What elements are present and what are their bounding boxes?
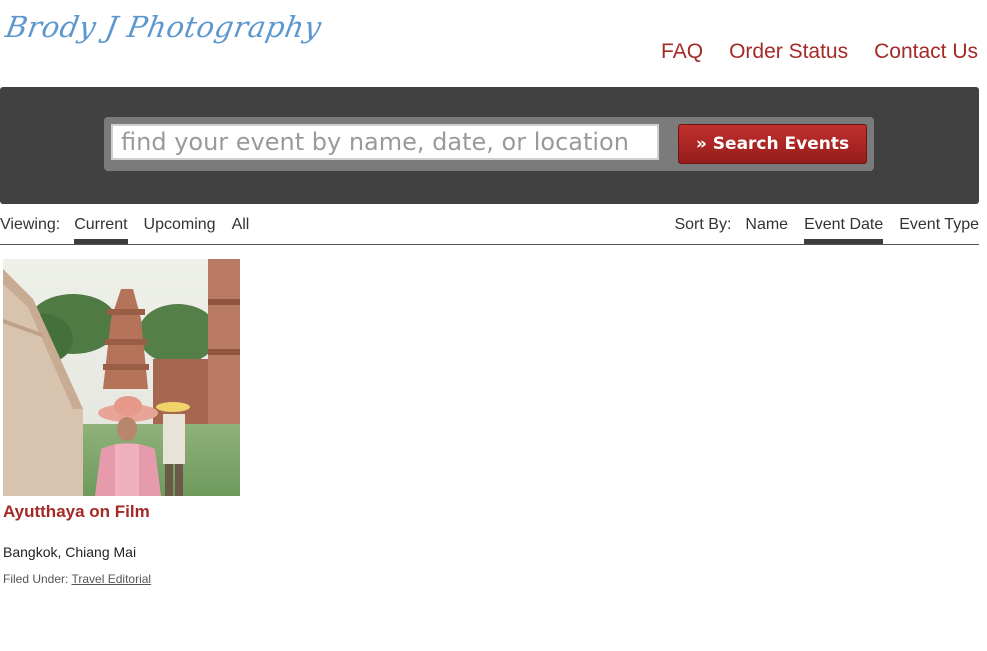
sort-name[interactable]: Name <box>745 216 788 244</box>
search-input[interactable] <box>111 124 659 160</box>
nav-order-status-link[interactable]: Order Status <box>729 40 848 64</box>
search-box: » Search Events <box>104 117 874 171</box>
event-card: Ayutthaya on Film Bangkok, Chiang Mai Fi… <box>3 259 240 586</box>
sort-event-date[interactable]: Event Date <box>804 216 884 244</box>
event-category: Filed Under: Travel Editorial <box>3 572 240 586</box>
page: Brody J Photography FAQ Order Status Con… <box>0 0 987 651</box>
filter-bar: Viewing: Current Upcoming All Sort By: N… <box>0 208 979 245</box>
event-location: Bangkok, Chiang Mai <box>3 544 137 560</box>
nav-faq-link[interactable]: FAQ <box>661 40 703 64</box>
sort-event-type[interactable]: Event Type <box>899 216 979 244</box>
filter-current[interactable]: Current <box>74 216 128 244</box>
viewing-filter: Viewing: Current Upcoming All <box>0 216 265 244</box>
site-logo[interactable]: Brody J Photography <box>3 10 324 44</box>
viewing-label: Viewing: <box>0 216 61 233</box>
search-events-button[interactable]: » Search Events <box>678 124 867 164</box>
nav-contact-us-link[interactable]: Contact Us <box>874 40 978 64</box>
filed-under-label: Filed Under: <box>3 572 69 586</box>
sort-label: Sort By: <box>674 216 732 233</box>
event-thumbnail[interactable] <box>3 259 240 496</box>
filter-upcoming[interactable]: Upcoming <box>144 216 216 244</box>
search-banner: » Search Events <box>0 87 979 204</box>
event-title-link[interactable]: Ayutthaya on Film <box>3 502 240 522</box>
filter-all[interactable]: All <box>232 216 250 244</box>
category-link[interactable]: Travel Editorial <box>72 572 152 586</box>
top-nav: FAQ Order Status Contact Us <box>661 40 978 64</box>
sort-filter: Sort By: Name Event Date Event Type <box>674 216 979 244</box>
